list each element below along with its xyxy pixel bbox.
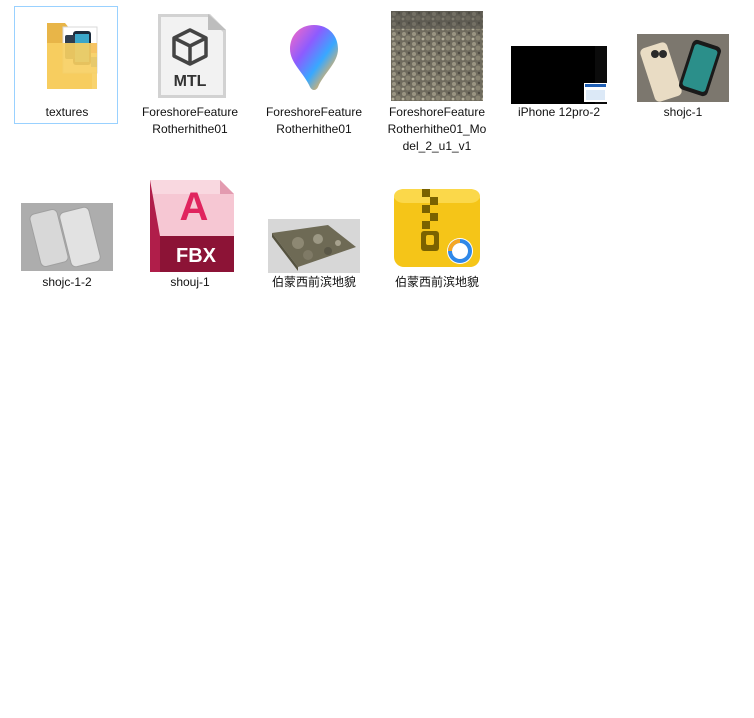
fbx-badge-text: FBX xyxy=(176,245,217,267)
autodesk-fbx-icon: A FBX xyxy=(138,177,242,275)
file-item-label: shojc-1 xyxy=(663,105,703,119)
folder-with-phone-preview-icon xyxy=(15,11,119,101)
gray-phones-thumbnail xyxy=(15,202,119,272)
file-item-label: ForeshoreFeatureRotherhithe01_Model_2_u1… xyxy=(387,105,487,153)
mtl-badge-text: MTL xyxy=(174,73,207,90)
autodesk-logo-letter: A xyxy=(180,185,209,229)
file-item-paint3d[interactable]: ForeshoreFeatureRotherhithe01 xyxy=(261,6,365,166)
dark-render-thumbnail xyxy=(507,46,611,104)
paint-3d-icon xyxy=(262,11,366,101)
file-explorer-pane: textures MTL ForeshoreFeatureRotherhithe… xyxy=(0,0,754,718)
file-item-fbx[interactable]: A FBX shouj-1 xyxy=(137,176,241,294)
file-item-label: ForeshoreFeatureRotherhithe01 xyxy=(265,105,363,136)
phones-on-rock-thumbnail xyxy=(631,33,735,103)
mtl-file-icon: MTL xyxy=(138,11,242,101)
file-item-shojc-1[interactable]: shojc-1 xyxy=(630,6,734,130)
file-item-shojc-1-2[interactable]: shojc-1-2 xyxy=(14,176,118,294)
file-item-label: iPhone 12pro-2 xyxy=(517,105,601,119)
terrain-slab-thumbnail xyxy=(262,217,366,275)
file-item-terrain-slab[interactable]: 伯蒙西前滨地貌 xyxy=(261,176,365,294)
file-item-label: 伯蒙西前滨地貌 xyxy=(394,275,479,289)
terrain-texture-thumbnail xyxy=(385,10,489,102)
file-item-label: 伯蒙西前滨地貌 xyxy=(271,275,356,289)
file-item-label: textures xyxy=(45,105,89,119)
file-item-label: shojc-1-2 xyxy=(42,275,92,289)
file-item-textures-folder[interactable]: textures xyxy=(14,6,118,124)
file-item-iphone-render[interactable]: iPhone 12pro-2 xyxy=(506,6,610,130)
file-item-texture-image[interactable]: ForeshoreFeatureRotherhithe01_Model_2_u1… xyxy=(384,6,488,176)
file-item-mtl[interactable]: MTL ForeshoreFeatureRotherhithe01 xyxy=(137,6,241,166)
zip-archive-icon xyxy=(385,185,489,271)
file-item-label: shouj-1 xyxy=(170,275,210,289)
file-item-label: ForeshoreFeatureRotherhithe01 xyxy=(141,105,239,136)
file-item-zip[interactable]: 伯蒙西前滨地貌 xyxy=(384,176,488,294)
